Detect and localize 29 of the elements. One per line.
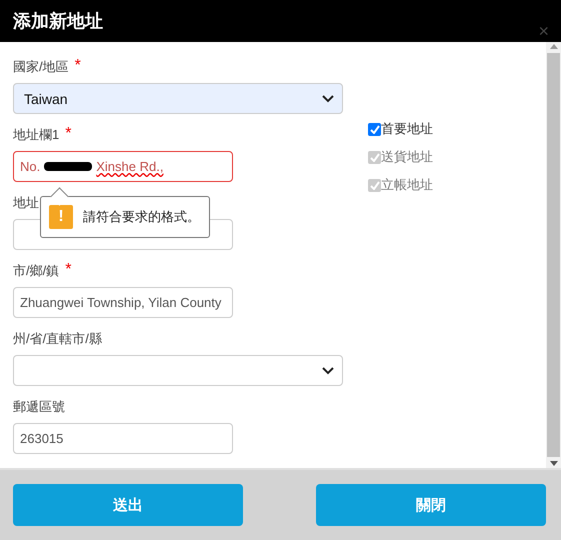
field-label: 州/省/直轄市/縣 [13,330,102,347]
chevron-down-icon [322,366,334,374]
dialog-title: 添加新地址 [13,10,103,33]
scrollbar[interactable] [546,42,561,468]
warning-icon: ! [49,205,73,229]
input-field[interactable]: No. Xinshe Rd., [13,151,233,182]
checkbox-label: 立帳地址 [381,176,433,194]
scroll-up-icon[interactable] [550,44,558,49]
input-field[interactable]: 263015 [13,423,233,454]
checkbox-label: 首要地址 [381,120,433,138]
checkbox[interactable] [368,122,381,136]
field-label: 市/鄉/鎮 [13,262,60,279]
required-asterisk: * [65,260,72,278]
field-label: 國家/地區 [13,58,69,75]
input-field[interactable]: Zhuangwei Township, Yilan County [13,287,233,318]
select-field[interactable]: Taiwan [13,83,343,114]
select-field[interactable] [13,355,343,386]
chevron-down-icon [322,94,334,102]
redaction-mark [44,162,92,171]
checkbox-label: 送貨地址 [381,148,433,166]
tooltip-message: 請符合要求的格式。 [83,208,200,226]
field-label: 地址欄1 [13,126,60,143]
close-dialog-button[interactable]: 關閉 [316,484,546,526]
field-label: 郵遞區號 [13,398,65,415]
required-asterisk: * [74,56,81,74]
submit-button[interactable]: 送出 [13,484,243,526]
required-asterisk: * [65,124,72,142]
scroll-down-icon[interactable] [550,461,558,466]
field-label: 地址 [13,194,39,211]
